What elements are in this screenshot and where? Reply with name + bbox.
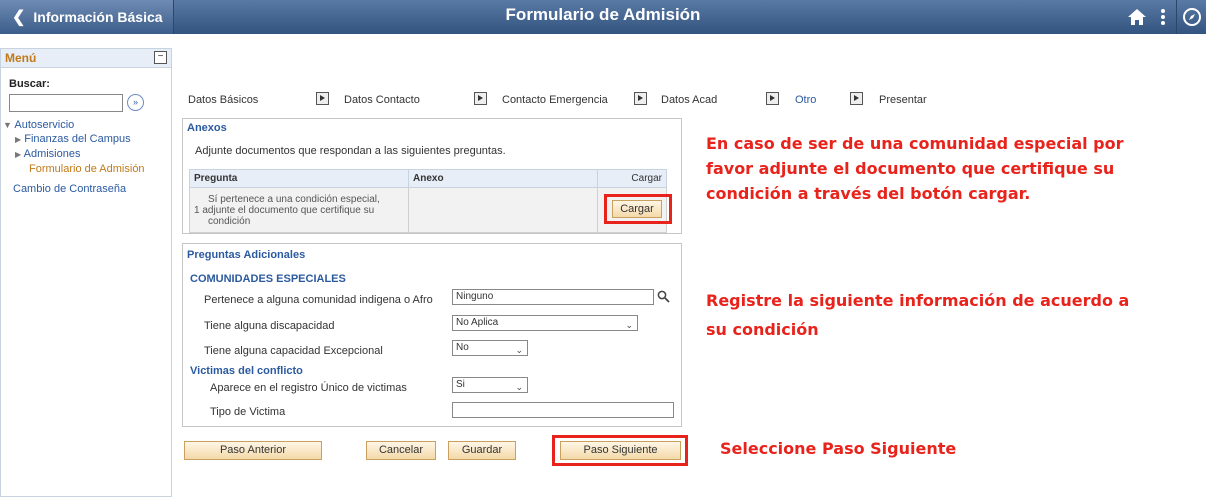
discapacidad-value: No Aplica [456, 317, 499, 328]
discapacidad-select[interactable]: No Aplica ⌄ [452, 315, 638, 331]
q5-label: Tipo de Victima [210, 406, 286, 418]
q2-label: Tiene alguna discapacidad [204, 320, 335, 332]
chevron-down-icon: ⌄ [625, 320, 633, 330]
collapse-triangle-icon: ▼ [3, 120, 12, 130]
q3-label: Tiene alguna capacidad Excepcional [204, 345, 383, 357]
anexos-instruction: Adjunte documentos que respondan a las s… [195, 145, 506, 157]
capacidad-value: No [456, 342, 469, 353]
cancelar-button[interactable]: Cancelar [366, 441, 436, 460]
tree-root-label: Autoservicio [14, 119, 75, 131]
expand-triangle-icon: ▶ [15, 135, 22, 144]
step-arrow-icon[interactable] [316, 92, 329, 105]
annotation-cargar: En caso de ser de una comunidad especial… [706, 131, 1124, 206]
question-line: Sí pertenece a una condición especial, [208, 193, 380, 205]
menu-header: Menú − [1, 49, 171, 68]
preguntas-adicionales-box: Preguntas Adicionales [182, 243, 682, 427]
annotation-line: condición a través del botón cargar. [706, 184, 1031, 203]
tree-item-label: Admisiones [23, 148, 81, 160]
annotation-registre: Registre la siguiente información de acu… [706, 286, 1129, 344]
search-go-icon[interactable]: » [127, 93, 144, 111]
cargar-button[interactable]: Cargar [612, 200, 662, 218]
annotation-line: Registre la siguiente información de acu… [706, 291, 1130, 310]
table-header-row: Pregunta Anexo Cargar [189, 169, 667, 188]
step-arrow-icon[interactable] [850, 92, 863, 105]
table-row: Sí pertenece a una condición especial, 1… [189, 187, 667, 233]
step-otro[interactable]: Otro [795, 94, 816, 106]
tipo-victima-input[interactable] [452, 402, 674, 418]
tree-item-label: Finanzas del Campus [24, 133, 131, 145]
annotation-line: En caso de ser de una comunidad especial… [706, 134, 1124, 153]
paso-anterior-button[interactable]: Paso Anterior [184, 441, 322, 460]
registro-victimas-select[interactable]: Si ⌄ [452, 377, 528, 393]
lookup-search-icon[interactable] [657, 290, 670, 306]
tree-item-admisiones[interactable]: ▶ Admisiones [9, 147, 171, 162]
tree-item-finanzas[interactable]: ▶ Finanzas del Campus [9, 132, 171, 147]
step-presentar[interactable]: Presentar [879, 94, 927, 106]
section-comunidades: COMUNIDADES ESPECIALES [190, 273, 346, 285]
q1-label: Pertenece a alguna comunidad indigena o … [204, 294, 433, 306]
menu-panel: Menú − Buscar: » ▼ Autoservicio ▶ Finanz… [0, 48, 172, 497]
anexo-cell [408, 187, 598, 233]
guardar-button[interactable]: Guardar [448, 441, 516, 460]
capacidad-excepcional-select[interactable]: No ⌄ [452, 340, 528, 356]
comunidad-input[interactable]: Ninguno [452, 289, 654, 305]
step-contacto-emergencia[interactable]: Contacto Emergencia [502, 94, 608, 106]
q4-label: Aparece en el registro Único de victimas [210, 382, 407, 394]
step-datos-acad[interactable]: Datos Acad [661, 94, 717, 106]
tree-item-label: Cambio de Contraseña [13, 183, 127, 195]
anexos-title: Anexos [187, 122, 227, 134]
question-line: adjunte el documento que certifique su [202, 204, 375, 216]
page-title: Formulario de Admisión [505, 5, 701, 24]
paso-siguiente-button[interactable]: Paso Siguiente [560, 441, 681, 460]
col-pregunta: Pregunta [189, 169, 409, 188]
annotation-line: su condición [706, 320, 819, 339]
registro-value: Si [456, 379, 465, 390]
col-cargar: Cargar [597, 169, 667, 188]
row-number: 1 [194, 204, 200, 216]
tree-item-formulario[interactable]: Formulario de Admisión [9, 162, 171, 176]
tree-item-label: Formulario de Admisión [29, 163, 145, 175]
header-bar: Formulario de Admisión ❮ Información Bás… [0, 0, 1206, 34]
annotation-line: favor adjunte el documento que certifiqu… [706, 159, 1115, 178]
adicionales-title: Preguntas Adicionales [187, 249, 306, 261]
collapse-icon[interactable]: − [154, 51, 167, 64]
step-arrow-icon[interactable] [634, 92, 647, 105]
question-cell: Sí pertenece a una condición especial, 1… [189, 187, 409, 233]
annotation-paso-siguiente: Seleccione Paso Siguiente [720, 439, 957, 458]
home-icon[interactable] [1122, 0, 1152, 34]
tree-item-cambio-contrasena[interactable]: Cambio de Contraseña [13, 182, 171, 196]
step-arrow-icon[interactable] [766, 92, 779, 105]
back-button-label: Información Básica [33, 9, 163, 25]
chevron-left-icon: ❮ [12, 9, 26, 26]
more-vert-icon[interactable] [1153, 0, 1173, 34]
col-anexo: Anexo [408, 169, 598, 188]
menu-title: Menú [5, 51, 37, 65]
section-victimas: Victimas del conflicto [190, 365, 303, 377]
tree-root[interactable]: ▼ Autoservicio [3, 118, 171, 132]
chevron-down-icon: ⌄ [515, 382, 523, 392]
expand-triangle-icon: ▶ [15, 150, 22, 159]
question-line: condición [208, 215, 251, 227]
step-datos-contacto[interactable]: Datos Contacto [344, 94, 420, 106]
back-button[interactable]: ❮ Información Básica [0, 0, 174, 34]
navigation-compass-icon[interactable] [1176, 0, 1206, 34]
anexos-table: Pregunta Anexo Cargar Sí pertenece a una… [189, 169, 667, 233]
search-label: Buscar: [9, 78, 50, 90]
chevron-down-icon: ⌄ [515, 345, 523, 355]
step-arrow-icon[interactable] [474, 92, 487, 105]
search-input[interactable] [9, 94, 123, 112]
step-datos-basicos[interactable]: Datos Básicos [188, 94, 258, 106]
menu-tree: ▼ Autoservicio ▶ Finanzas del Campus ▶ A… [3, 118, 171, 196]
